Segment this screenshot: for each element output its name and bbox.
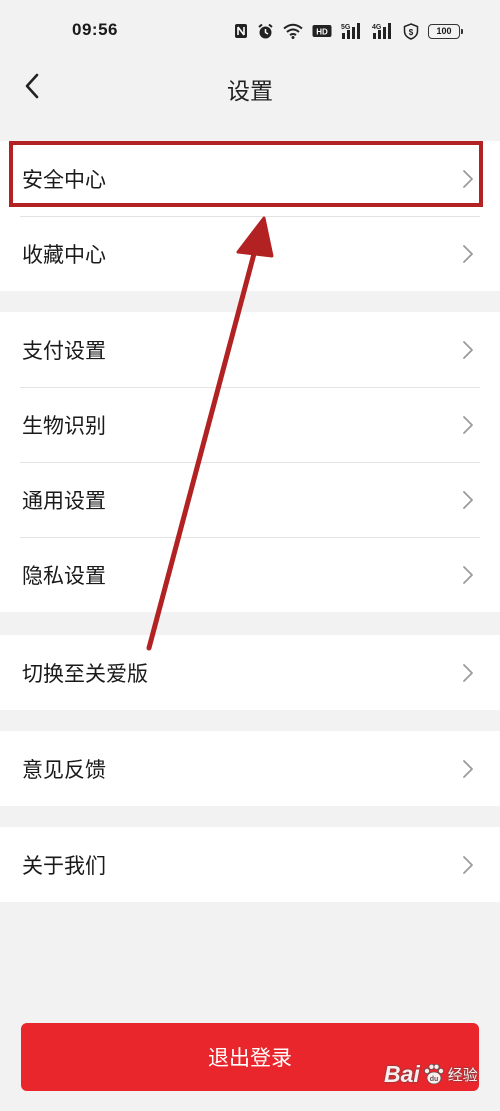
svg-text:$: $: [409, 28, 414, 37]
menu-item-label: 关于我们: [22, 853, 106, 878]
menu-item-feedback[interactable]: 意见反馈: [0, 731, 500, 806]
svg-text:HD: HD: [316, 28, 328, 37]
menu-item-label: 支付设置: [22, 338, 106, 363]
menu-item-about-us[interactable]: 关于我们: [0, 827, 500, 902]
shield-icon: $: [403, 22, 419, 40]
chevron-right-icon: [463, 341, 473, 359]
status-bar: 09:56 HD 5G 4G $ 100: [0, 0, 500, 62]
menu-item-favorites-center[interactable]: 收藏中心: [0, 216, 500, 291]
settings-group-care-mode: 切换至关爱版: [0, 635, 500, 710]
menu-item-security-center[interactable]: 安全中心: [0, 141, 500, 216]
battery-level: 100: [436, 25, 452, 36]
menu-item-privacy-settings[interactable]: 隐私设置: [0, 537, 500, 612]
menu-item-label: 隐私设置: [22, 563, 106, 588]
svg-text:5G: 5G: [341, 24, 351, 31]
menu-item-general-settings[interactable]: 通用设置: [0, 462, 500, 537]
settings-group-account: 安全中心 收藏中心: [0, 141, 500, 291]
menu-item-label: 生物识别: [22, 413, 106, 438]
menu-item-label: 通用设置: [22, 488, 106, 513]
chevron-right-icon: [463, 245, 473, 263]
menu-item-payment-settings[interactable]: 支付设置: [0, 312, 500, 387]
chevron-right-icon: [463, 856, 473, 874]
5g-signal-icon: 5G: [341, 23, 360, 39]
chevron-right-icon: [463, 491, 473, 509]
battery-icon: 100: [428, 23, 463, 39]
status-icons: HD 5G 4G $ 100: [234, 20, 463, 42]
chevron-right-icon: [463, 170, 473, 188]
menu-item-biometrics[interactable]: 生物识别: [0, 387, 500, 462]
menu-item-label: 意见反馈: [22, 757, 106, 782]
settings-group-general: 支付设置 生物识别 通用设置 隐私设置: [0, 312, 500, 612]
alarm-icon: [258, 23, 273, 38]
page-title: 设置: [227, 79, 273, 105]
chevron-right-icon: [463, 760, 473, 778]
menu-item-label: 安全中心: [22, 167, 106, 192]
settings-group-about: 关于我们: [0, 827, 500, 902]
menu-item-label: 切换至关爱版: [22, 661, 148, 686]
chevron-right-icon: [463, 566, 473, 584]
chevron-right-icon: [463, 664, 473, 682]
4g-signal-icon: 4G: [372, 23, 391, 39]
nfc-icon: [235, 24, 247, 38]
settings-group-feedback: 意见反馈: [0, 731, 500, 806]
hd-icon: HD: [312, 25, 332, 37]
menu-item-label: 收藏中心: [22, 242, 106, 267]
chevron-right-icon: [463, 416, 473, 434]
wifi-icon: [283, 23, 303, 39]
nav-bar: 设置: [0, 62, 500, 114]
logout-button[interactable]: 退出登录: [21, 1023, 479, 1091]
menu-item-switch-care-mode[interactable]: 切换至关爱版: [0, 635, 500, 710]
status-time: 09:56: [72, 20, 118, 39]
svg-text:4G: 4G: [372, 24, 382, 31]
